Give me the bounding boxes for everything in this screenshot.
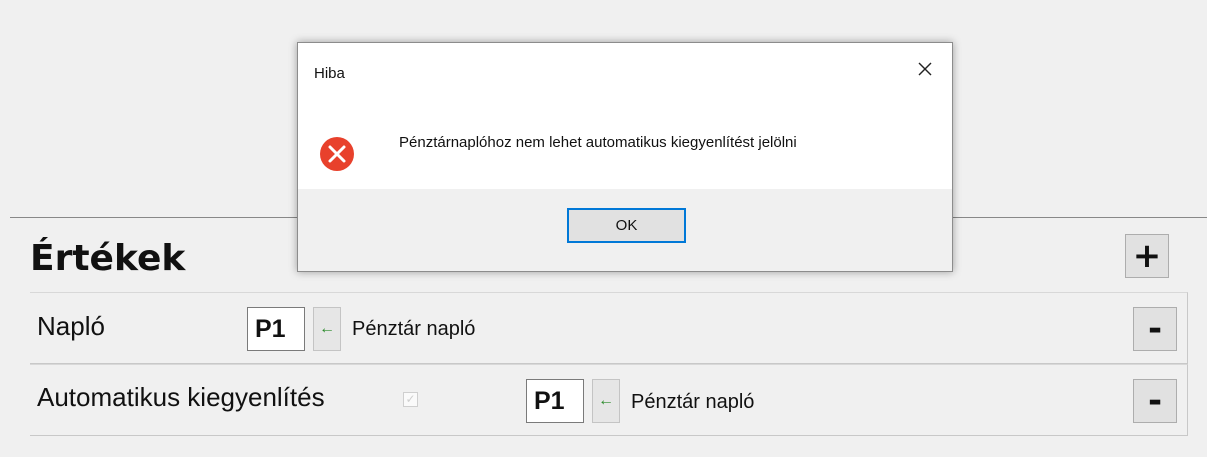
dialog-message: Pénztárnaplóhoz nem lehet automatikus ki… (399, 134, 797, 151)
dialog-footer: OK (298, 189, 952, 271)
remove-button[interactable]: - (1133, 379, 1177, 423)
section-title: Értékek (30, 238, 186, 279)
checkbox-icon[interactable]: ✓ (403, 392, 418, 407)
remove-button[interactable]: - (1133, 307, 1177, 351)
naplo-name: Pénztár napló (631, 391, 755, 413)
code-input[interactable]: P1 (247, 307, 305, 351)
naplo-name: Pénztár napló (352, 318, 476, 340)
code-input[interactable]: P1 (526, 379, 584, 423)
left-arrow-icon: ← (319, 320, 335, 337)
dialog-title: Hiba (314, 65, 345, 82)
error-dialog: Hiba Pénztárnaplóhoz nem lehet automatik… (297, 42, 953, 272)
row-naplo: Napló P1 ← Pénztár napló - (30, 292, 1188, 364)
row-automatikus-kiegyenlites: Automatikus kiegyenlítés ✓ P1 ← Pénztár … (30, 364, 1188, 436)
ok-button[interactable]: OK (567, 208, 686, 243)
select-button[interactable]: ← (313, 307, 341, 351)
row-label: Automatikus kiegyenlítés (37, 382, 325, 412)
close-icon[interactable] (910, 55, 940, 83)
left-arrow-icon: ← (598, 392, 614, 409)
row-label: Napló (37, 311, 105, 341)
select-button[interactable]: ← (592, 379, 620, 423)
add-button[interactable]: + (1125, 234, 1169, 278)
error-icon (319, 136, 355, 177)
